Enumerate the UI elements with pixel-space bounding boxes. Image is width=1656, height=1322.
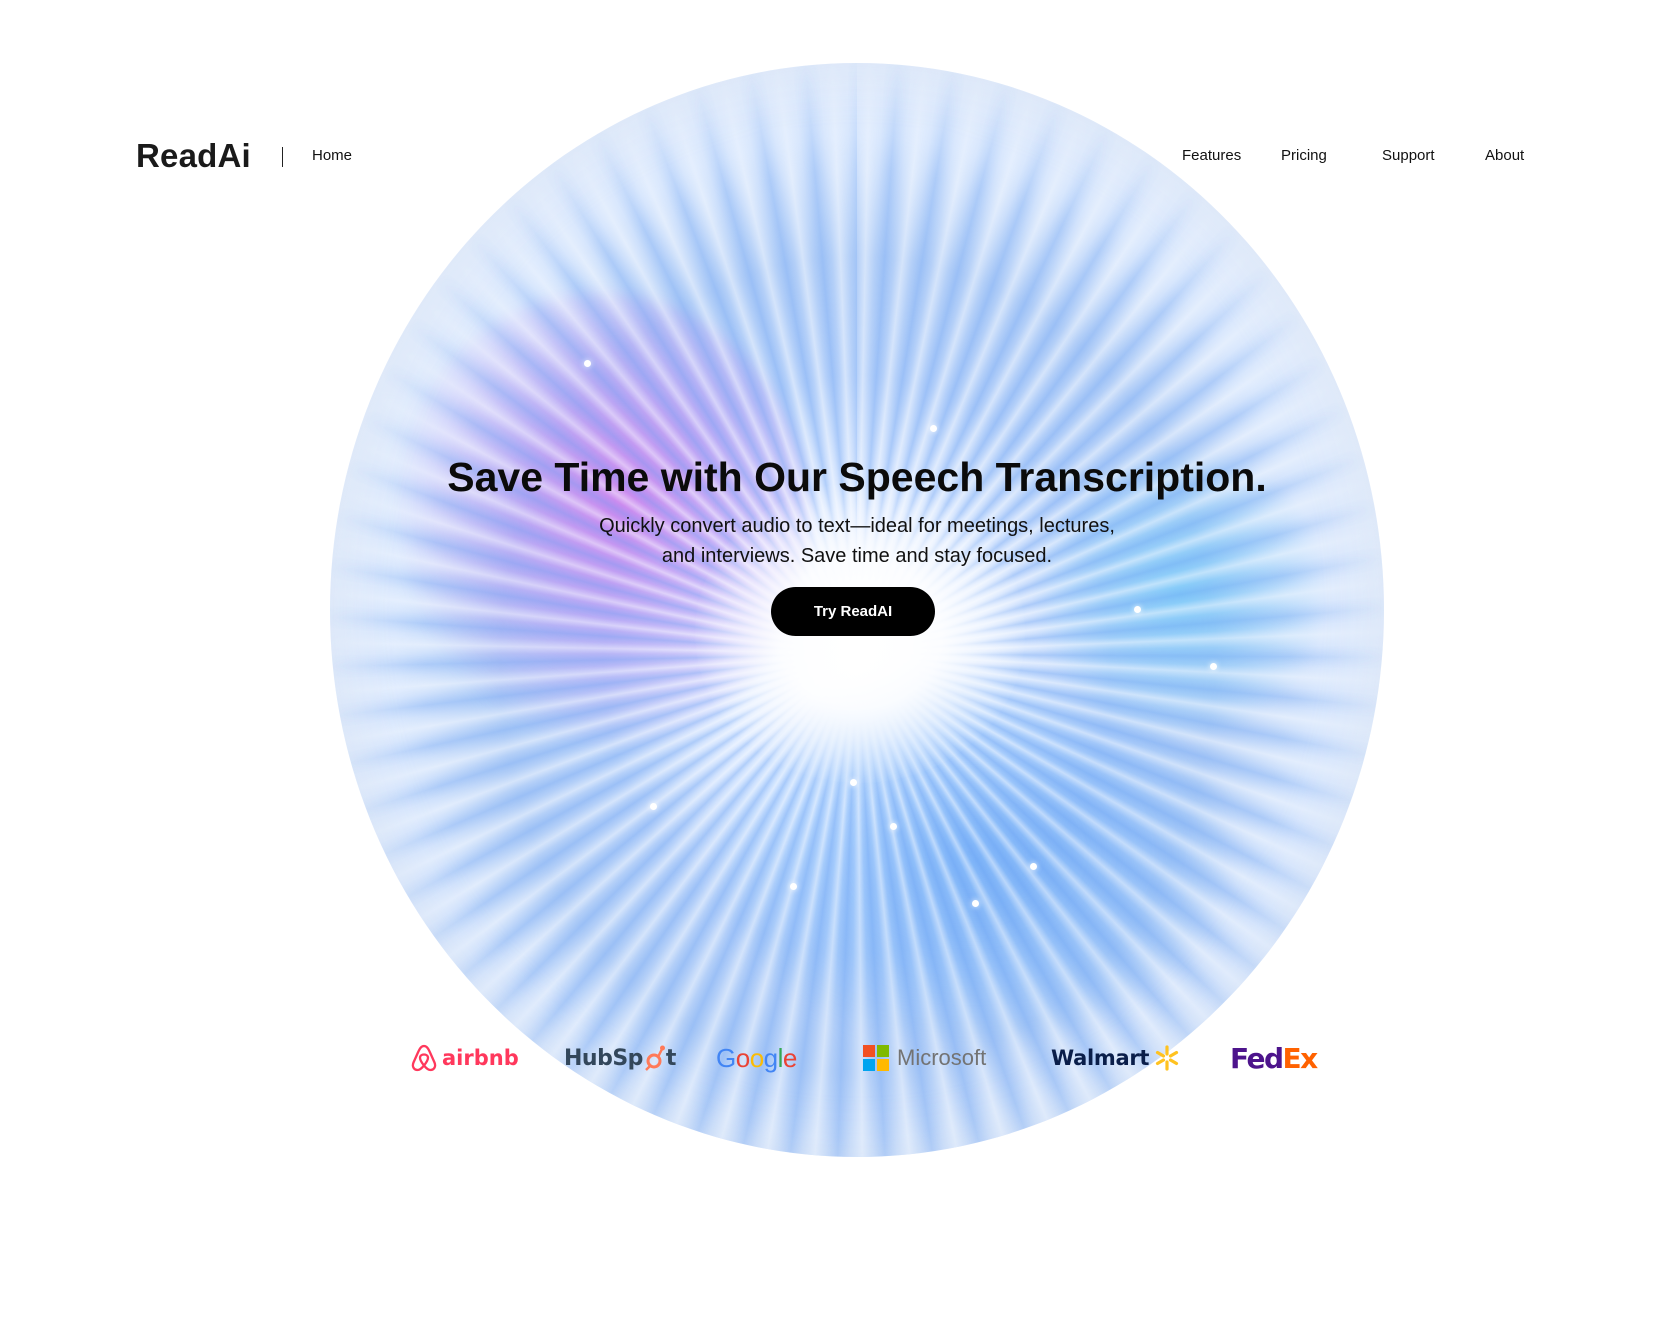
try-readai-button[interactable]: Try ReadAI — [771, 587, 935, 636]
nav-link-features[interactable]: Features — [1182, 146, 1241, 166]
walmart-spark-icon — [1156, 1045, 1179, 1071]
orb-sparkle — [1134, 606, 1141, 613]
airbnb-logo: airbnb — [410, 1038, 519, 1078]
hubspot-logo: HubSp t — [564, 1038, 676, 1078]
hubspot-sprocket-icon — [645, 1045, 665, 1071]
fedex-logo: Fed Ex — [1230, 1038, 1319, 1078]
hero-title: Save Time with Our Speech Transcription. — [447, 454, 1267, 500]
orb-sparkle — [790, 883, 797, 890]
airbnb-wordmark: airbnb — [442, 1046, 519, 1070]
nav-divider — [282, 147, 283, 167]
orb-sparkle — [584, 360, 591, 367]
microsoft-squares-icon — [863, 1045, 889, 1071]
google-letter: e — [782, 1042, 797, 1073]
nav-link-pricing[interactable]: Pricing — [1281, 146, 1327, 166]
walmart-logo: Walmart — [1051, 1038, 1181, 1078]
hubspot-wordmark-a: HubSp — [564, 1045, 643, 1071]
microsoft-logo: Microsoft — [863, 1038, 986, 1078]
nav-link-about[interactable]: About — [1485, 146, 1524, 166]
orb-sparkle — [930, 425, 937, 432]
google-logo: G o o g l e — [716, 1038, 797, 1078]
google-letter: o — [735, 1042, 750, 1073]
fedex-wordmark-fed: Fed — [1230, 1041, 1284, 1075]
fedex-wordmark-ex: Ex — [1282, 1041, 1319, 1075]
hero-subtitle: Quickly convert audio to text—ideal for … — [530, 511, 1184, 571]
orb-sparkle — [1210, 663, 1217, 670]
google-letter: g — [763, 1042, 778, 1073]
airbnb-belo-icon — [411, 1044, 437, 1072]
google-letter: o — [749, 1042, 764, 1073]
hero-subtitle-line: Quickly convert audio to text—ideal for … — [599, 515, 1115, 537]
orb-sparkle — [650, 803, 657, 810]
walmart-wordmark: Walmart — [1051, 1046, 1150, 1070]
hero-subtitle-line: and interviews. Save time and stay focus… — [661, 545, 1053, 567]
brand-logo[interactable]: ReadAi — [136, 136, 251, 176]
microsoft-wordmark: Microsoft — [897, 1045, 987, 1070]
nav-link-support[interactable]: Support — [1382, 146, 1435, 166]
orb-sparkle — [972, 900, 979, 907]
orb-sparkle — [850, 779, 857, 786]
orb-sparkle — [1030, 863, 1037, 870]
orb-sparkle — [890, 823, 897, 830]
hubspot-wordmark-b: t — [665, 1045, 677, 1071]
nav-link-home[interactable]: Home — [312, 146, 352, 166]
google-letter: G — [716, 1042, 736, 1073]
